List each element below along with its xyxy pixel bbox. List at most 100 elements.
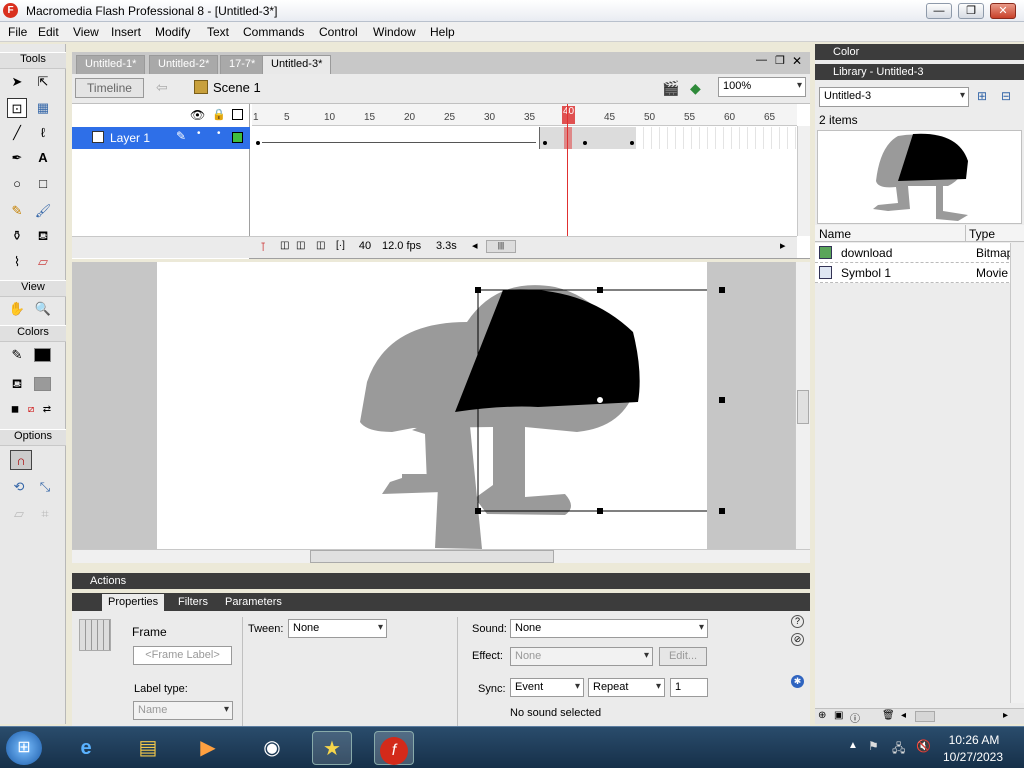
snap-to-objects-magnet-icon[interactable]: ∩: [10, 450, 32, 470]
outline-icon[interactable]: [232, 109, 243, 120]
text-tool-icon[interactable]: A: [33, 148, 53, 168]
selection-tool-icon[interactable]: ➤: [7, 72, 27, 92]
transform-center-point[interactable]: [596, 396, 604, 404]
color-panel-bar[interactable]: Color: [815, 44, 1024, 60]
line-tool-icon[interactable]: ╱: [7, 123, 27, 143]
type-column-header[interactable]: Type: [969, 227, 995, 241]
eyedropper-tool-icon[interactable]: ⌇: [7, 252, 27, 272]
doc-restore-icon[interactable]: ❐: [775, 54, 785, 67]
pin-library-icon[interactable]: ⊞: [977, 89, 987, 103]
library-scroll-left-icon[interactable]: ◂: [901, 710, 906, 721]
help-icon[interactable]: ?: [791, 615, 804, 628]
new-library-panel-icon[interactable]: ⊟: [1001, 89, 1011, 103]
scroll-left-icon[interactable]: ◂: [472, 239, 478, 252]
onion-skin-icon[interactable]: ◫: [280, 240, 289, 251]
tray-time[interactable]: 10:26 AM: [944, 733, 1004, 747]
paint-bucket-tool-icon[interactable]: ⛾: [33, 226, 53, 246]
close-button[interactable]: ✕: [990, 3, 1016, 19]
transform-handle-mr[interactable]: [719, 397, 725, 403]
doc-close-icon[interactable]: ✕: [792, 54, 802, 68]
frames-row[interactable]: [252, 127, 797, 149]
repeat-count-input[interactable]: 1: [670, 678, 708, 697]
modify-markers-icon[interactable]: [·]: [336, 240, 345, 251]
show-hide-eye-icon[interactable]: 👁: [190, 108, 205, 122]
flash-icon[interactable]: f: [374, 731, 414, 765]
lock-icon[interactable]: 🔒: [212, 108, 226, 121]
actions-panel-bar[interactable]: Actions: [72, 573, 810, 589]
brush-tool-icon[interactable]: 🖌: [33, 201, 53, 221]
internet-explorer-icon[interactable]: e: [66, 731, 106, 765]
center-frame-icon[interactable]: ⊺: [260, 240, 266, 254]
tray-flag-icon[interactable]: ⚑: [868, 739, 879, 753]
menu-control[interactable]: Control: [319, 25, 358, 39]
oval-tool-icon[interactable]: ○: [7, 174, 27, 194]
menu-file[interactable]: File: [8, 25, 27, 39]
stage-hscroll[interactable]: [72, 549, 810, 563]
tab-parameters[interactable]: Parameters: [225, 596, 282, 608]
start-orb-icon[interactable]: ⊞: [6, 731, 42, 765]
frame-span-1[interactable]: [252, 127, 540, 149]
edit-effect-button[interactable]: Edit...: [659, 647, 707, 666]
edit-multiple-frames-icon[interactable]: ◫: [316, 240, 325, 251]
edit-envelope-icon[interactable]: ✱: [791, 675, 804, 688]
eraser-tool-icon[interactable]: ▱: [33, 252, 53, 272]
sound-select[interactable]: None: [510, 619, 708, 638]
label-type-select[interactable]: Name: [133, 701, 233, 720]
tab-properties[interactable]: Properties: [102, 594, 165, 611]
library-vscroll[interactable]: [1010, 243, 1024, 703]
symbol-drawing[interactable]: [157, 262, 707, 549]
stage-hscroll-thumb[interactable]: [310, 550, 554, 563]
hand-tool-icon[interactable]: ✋: [7, 299, 27, 319]
menu-window[interactable]: Window: [373, 25, 416, 39]
zoom-select[interactable]: 100%: [718, 77, 806, 97]
back-arrow-icon[interactable]: ⇦: [156, 79, 168, 96]
tray-volume-icon[interactable]: 🔇: [916, 739, 931, 753]
menu-modify[interactable]: Modify: [155, 25, 190, 39]
scale-icon[interactable]: ⤡: [35, 477, 55, 497]
stroke-color-swatch[interactable]: [34, 348, 51, 362]
subselection-tool-icon[interactable]: ⇱: [33, 72, 53, 92]
layer-visible-dot[interactable]: •: [197, 128, 201, 139]
library-document-select[interactable]: Untitled-3: [819, 87, 969, 107]
transform-handle-br[interactable]: [719, 508, 725, 514]
ink-bottle-tool-icon[interactable]: ⚱: [7, 226, 27, 246]
pen-tool-icon[interactable]: ✒: [7, 148, 27, 168]
timeline-hscroll-thumb[interactable]: |||: [486, 240, 516, 253]
tray-expand-icon[interactable]: ▲: [848, 740, 858, 751]
media-player-icon[interactable]: ▶: [188, 731, 228, 765]
movie-maker-icon[interactable]: ★: [312, 731, 352, 765]
stage-vscroll[interactable]: [795, 262, 810, 549]
timeline-toggle-button[interactable]: Timeline: [75, 78, 144, 98]
repeat-select[interactable]: Repeat: [588, 678, 665, 697]
effect-select[interactable]: None: [510, 647, 653, 666]
layer-lock-dot[interactable]: •: [217, 128, 221, 139]
transform-handle-tl[interactable]: [475, 287, 481, 293]
transform-handle-tc[interactable]: [597, 287, 603, 293]
new-folder-icon[interactable]: ▣: [834, 710, 843, 721]
rectangle-tool-icon[interactable]: □: [33, 174, 53, 194]
tween-select[interactable]: None: [288, 619, 387, 638]
stage[interactable]: [157, 262, 725, 549]
tab-filters[interactable]: Filters: [178, 596, 208, 608]
zoom-tool-icon[interactable]: 🔍: [33, 299, 53, 319]
free-transform-tool-icon[interactable]: ⊡: [7, 98, 27, 118]
menu-commands[interactable]: Commands: [243, 25, 304, 39]
tab-untitled-3[interactable]: Untitled-3*: [262, 55, 332, 74]
layer-outline-color[interactable]: [232, 132, 243, 143]
rotate-skew-icon[interactable]: ⟲: [9, 477, 29, 497]
tray-network-icon[interactable]: 🖧: [892, 739, 905, 760]
fill-color-swatch[interactable]: [34, 377, 51, 391]
tab-17-7[interactable]: 17-7*: [220, 55, 265, 74]
library-scroll-right-icon[interactable]: ▸: [1003, 710, 1008, 721]
layer-row[interactable]: Layer 1 ✎ • •: [72, 127, 250, 149]
tab-untitled-1[interactable]: Untitled-1*: [76, 55, 146, 74]
file-explorer-icon[interactable]: ▤: [128, 731, 168, 765]
frame-span-2[interactable]: [540, 127, 636, 149]
scroll-right-icon[interactable]: ▸: [780, 239, 786, 252]
stage-vscroll-thumb[interactable]: [797, 390, 809, 424]
sync-select[interactable]: Event: [510, 678, 584, 697]
minimize-button[interactable]: —: [926, 3, 952, 19]
timeline-vscroll[interactable]: [797, 126, 810, 236]
transform-handle-ml[interactable]: [475, 397, 481, 403]
name-column-header[interactable]: Name: [819, 227, 851, 241]
